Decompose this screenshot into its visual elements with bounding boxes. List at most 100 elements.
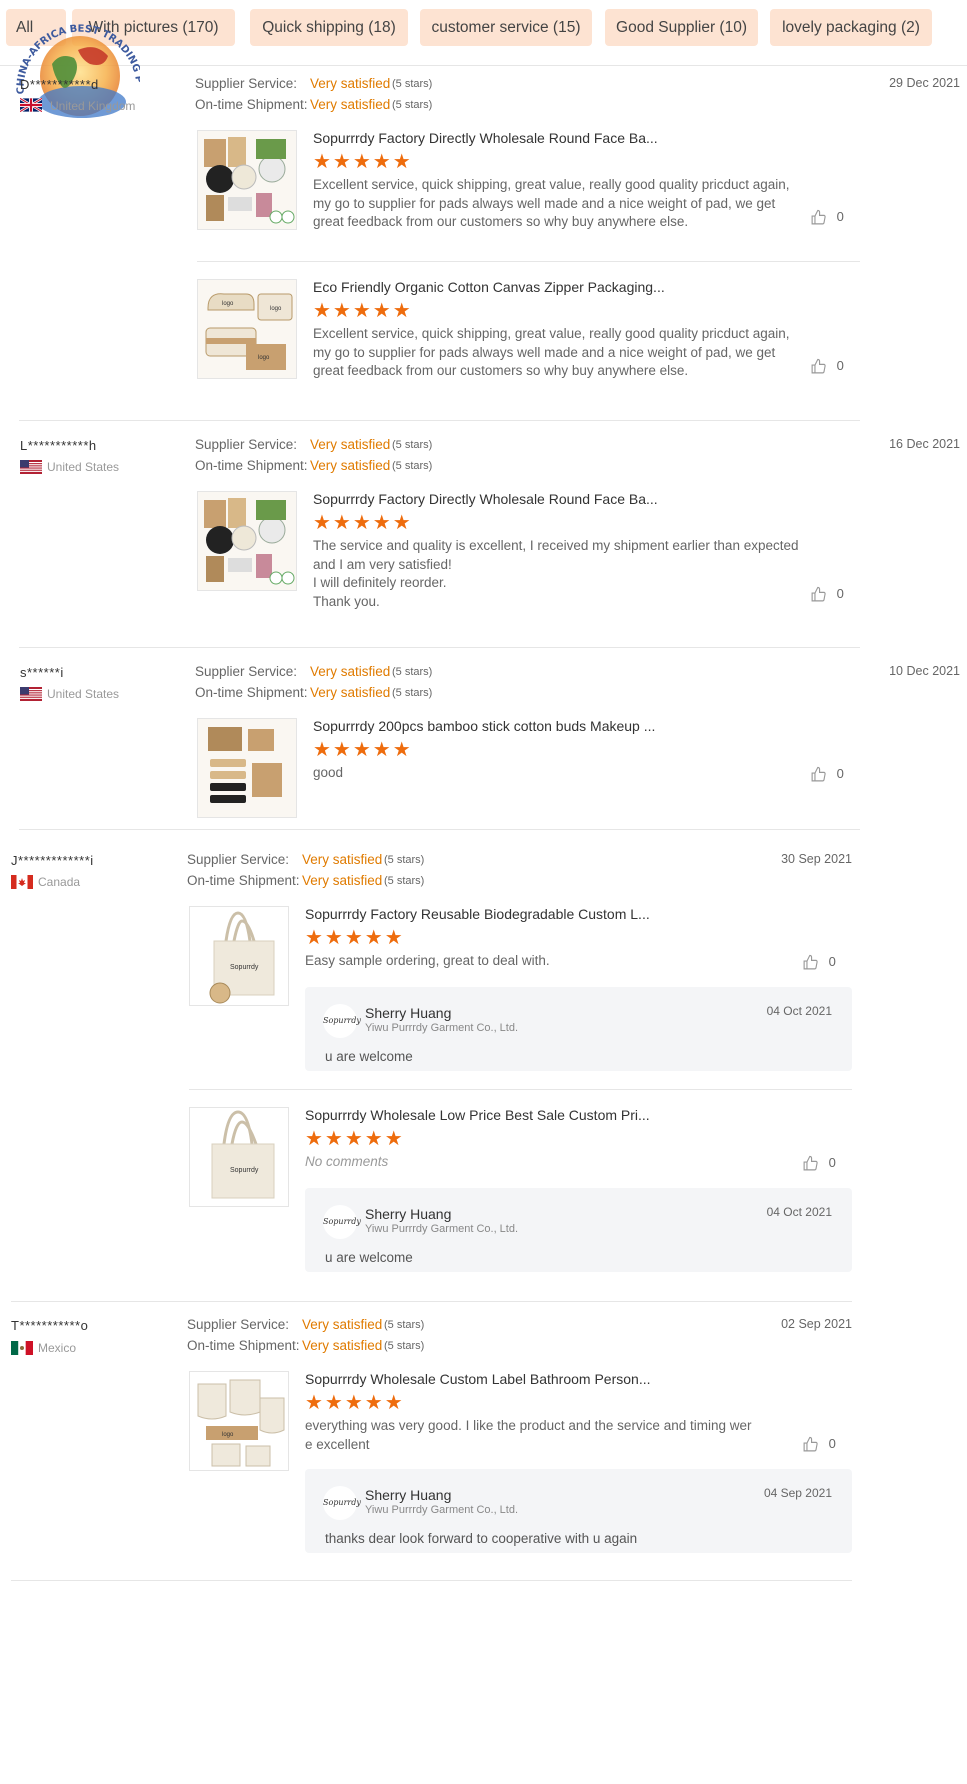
review-divider [19, 829, 860, 830]
thumbs-up-icon [803, 954, 818, 970]
product-thumbnail[interactable]: logo logo logo [197, 279, 297, 379]
product-title[interactable]: Sopurrrdy 200pcs bamboo stick cotton bud… [313, 718, 655, 734]
ontime-shipment-label: On-time Shipment: [195, 685, 308, 700]
review-comment: Excellent service, quick shipping, great… [313, 177, 790, 229]
ontime-shipment-value: Very satisfied [302, 873, 383, 888]
like-button[interactable]: 0 [802, 1155, 836, 1172]
like-button[interactable]: 0 [810, 766, 844, 783]
ontime-shipment-stars: (5 stars) [384, 875, 425, 887]
seller-company: Yiwu Purrrdy Garment Co., Ltd. [365, 1504, 519, 1516]
flag-us-icon [20, 460, 42, 474]
reviewer-name: T***********o [11, 1318, 89, 1333]
review-comment: The service and quality is excellent, I … [313, 538, 799, 609]
review-comment: Excellent service, quick shipping, great… [313, 326, 790, 378]
flag-uk-icon [19, 97, 43, 113]
product-thumbnail[interactable] [197, 718, 297, 818]
like-count: 0 [828, 954, 836, 969]
thumbs-up-icon [811, 766, 826, 782]
like-button[interactable]: 0 [810, 358, 844, 375]
flag-ca-icon [11, 875, 33, 889]
supplier-service-value: Very satisfied [310, 76, 391, 91]
supplier-service-stars: (5 stars) [392, 666, 433, 678]
ontime-shipment-label: On-time Shipment: [187, 1338, 300, 1353]
seller-reply: Sopurrdy Sherry Huang Yiwu Purrrdy Garme… [305, 1188, 852, 1272]
product-thumbnail[interactable]: Sopurrdy [189, 1107, 289, 1207]
thumbs-up-icon [803, 1436, 818, 1452]
product-title[interactable]: Sopurrrdy Factory Directly Wholesale Rou… [313, 491, 658, 507]
rating-stars: ★★★★★ [313, 512, 413, 534]
reply-date: 04 Oct 2021 [766, 1004, 832, 1018]
product-title[interactable]: Sopurrrdy Wholesale Low Price Best Sale … [305, 1107, 650, 1123]
supplier-service-value: Very satisfied [302, 1317, 383, 1332]
tab-customer-service[interactable]: customer service (15) [420, 9, 592, 46]
product-title[interactable]: Eco Friendly Organic Cotton Canvas Zippe… [313, 279, 665, 295]
product-title[interactable]: Sopurrrdy Wholesale Custom Label Bathroo… [305, 1371, 651, 1387]
seller-avatar: Sopurrdy [323, 1205, 361, 1239]
seller-reply: Sopurrdy Sherry Huang Yiwu Purrrdy Garme… [305, 987, 852, 1071]
tab-label: customer service (15) [431, 19, 581, 36]
ontime-shipment-value: Very satisfied [310, 458, 391, 473]
ontime-shipment-stars: (5 stars) [392, 460, 433, 472]
ontime-shipment-value: Very satisfied [302, 1338, 383, 1353]
item-divider [189, 1089, 852, 1090]
svg-text:Sopurrdy: Sopurrdy [230, 1167, 259, 1174]
supplier-service-label: Supplier Service: [187, 852, 290, 867]
seller-name: Sherry Huang [365, 1206, 452, 1222]
product-title[interactable]: Sopurrrdy Factory Directly Wholesale Rou… [313, 130, 658, 146]
supplier-service-stars: (5 stars) [384, 854, 425, 866]
like-count: 0 [836, 209, 844, 224]
reply-date: 04 Oct 2021 [766, 1205, 832, 1219]
reviewer-country: Canada [38, 875, 81, 889]
review-date: 30 Sep 2021 [781, 852, 852, 866]
review-date: 29 Dec 2021 [889, 76, 960, 90]
tab-divider [0, 65, 967, 66]
seller-name: Sherry Huang [365, 1487, 452, 1503]
product-thumbnail[interactable]: Sopurrdy [189, 906, 289, 1006]
reviewer-country: United States [47, 460, 120, 474]
review-comment: No comments [305, 1154, 389, 1169]
tab-quick-shipping[interactable]: Quick shipping (18) [250, 9, 408, 46]
tab-label: lovely packaging (2) [782, 19, 920, 36]
ontime-shipment-value: Very satisfied [310, 97, 391, 112]
like-button[interactable]: 0 [802, 954, 836, 971]
reviewer-country: Mexico [38, 1341, 77, 1355]
flag-us-icon [20, 687, 42, 701]
svg-text:logo: logo [258, 355, 270, 361]
product-thumbnail[interactable] [197, 491, 297, 591]
like-count: 0 [836, 766, 844, 781]
tab-label: Quick shipping (18) [262, 19, 396, 36]
product-thumbnail[interactable] [197, 130, 297, 230]
reply-text: thanks dear look forward to cooperative … [325, 1531, 638, 1546]
reviewer-country: United Kingdom [50, 99, 136, 113]
like-count: 0 [836, 586, 844, 601]
supplier-service-label: Supplier Service: [195, 664, 298, 679]
svg-text:logo: logo [270, 306, 282, 312]
reply-date: 04 Sep 2021 [763, 1486, 832, 1500]
reviewer-name: s******i [20, 665, 64, 680]
like-button[interactable]: 0 [810, 586, 844, 603]
reviewer-name: D***********d [20, 77, 99, 92]
like-button[interactable]: 0 [802, 1436, 836, 1453]
reviewer-name: J*************i [11, 853, 94, 868]
like-count: 0 [836, 358, 844, 373]
review-comment: Easy sample ordering, great to deal with… [305, 953, 550, 968]
item-divider [197, 261, 860, 262]
thumbs-up-icon [811, 209, 826, 225]
review-date: 02 Sep 2021 [781, 1317, 852, 1331]
product-thumbnail[interactable]: logo [189, 1371, 289, 1471]
supplier-service-label: Supplier Service: [195, 76, 298, 91]
review-date: 10 Dec 2021 [889, 664, 960, 678]
like-button[interactable]: 0 [810, 209, 844, 226]
tab-lovely-packaging[interactable]: lovely packaging (2) [770, 9, 932, 46]
tab-good-supplier[interactable]: Good Supplier (10) [605, 9, 758, 46]
ontime-shipment-stars: (5 stars) [392, 99, 433, 111]
reviewer-country: United States [47, 687, 120, 701]
thumbs-up-icon [803, 1155, 818, 1171]
supplier-service-stars: (5 stars) [392, 78, 433, 90]
rating-stars: ★★★★★ [313, 300, 413, 322]
rating-stars: ★★★★★ [305, 1128, 405, 1150]
review-divider [19, 420, 860, 421]
rating-stars: ★★★★★ [305, 1392, 405, 1414]
like-count: 0 [828, 1436, 836, 1451]
product-title[interactable]: Sopurrrdy Factory Reusable Biodegradable… [305, 906, 650, 922]
